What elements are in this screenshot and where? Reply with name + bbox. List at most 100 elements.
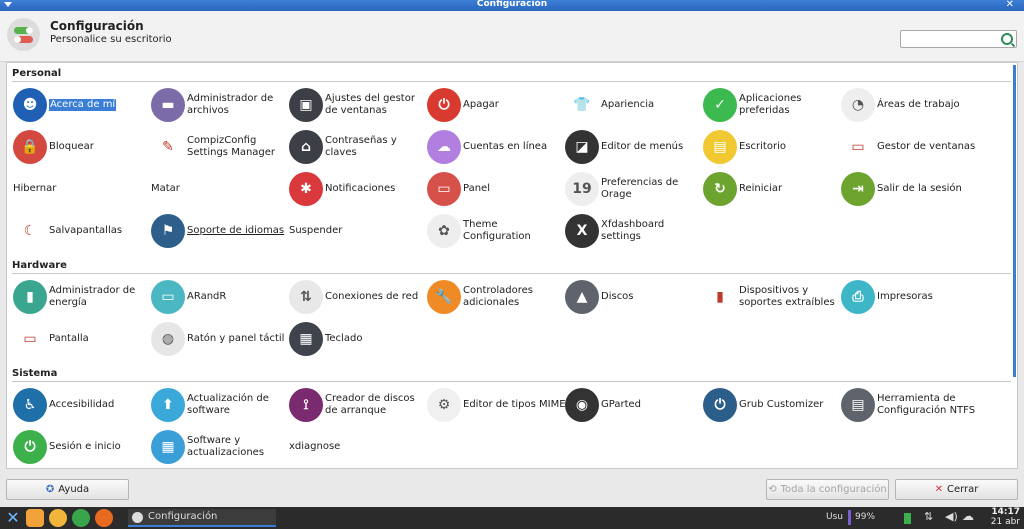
settings-item[interactable]: 🔒 Bloquear [13,127,151,167]
accessibility-icon: ♿ [13,388,47,422]
settings-item[interactable]: ◔ Áreas de trabajo [841,85,979,125]
settings-item[interactable]: 👕 Apariencia [565,85,703,125]
screensaver-icon: ☾ [13,214,47,248]
settings-item[interactable]: ✿ Theme Configuration [427,211,565,251]
settings-item-text: Theme Configuration [463,219,531,242]
logout-icon: ⇥ [841,172,875,206]
settings-item-text: Editor de tipos MIME [463,399,566,410]
divider [12,273,1011,274]
settings-item[interactable]: ▤ Herramienta de Configuración NTFS [841,385,979,425]
settings-item-text: Editor de menús [601,141,684,152]
settings-item-label: Impresoras [877,277,981,317]
settings-item[interactable]: ⚙ Editor de tipos MIME [427,385,567,425]
network-icon[interactable]: ⇅ [924,510,933,523]
printer-icon: ⎙ [841,280,875,314]
section-hardware: Hardware [12,260,67,271]
settings-item[interactable]: ▭ ARandR [151,277,289,317]
settings-item-label: Aplicaciones preferidas [739,85,843,125]
settings-item[interactable]: xdiagnose [289,427,427,467]
settings-item-text: Apagar [463,99,499,110]
clock-date: 21 abr [990,517,1020,527]
search-input[interactable] [904,32,1003,48]
settings-item[interactable]: ☻ Acerca de mí [13,85,151,125]
settings-item[interactable]: ⇅ Conexiones de red [289,277,427,317]
settings-item[interactable]: ◉ GParted [565,385,703,425]
settings-item-text: Dispositivos y soportes extraíbles [739,285,835,308]
whisker-menu-icon[interactable]: ✕ [4,509,22,527]
settings-item[interactable]: ✓ Aplicaciones preferidas [703,85,841,125]
settings-item-label: Reiniciar [739,169,843,209]
settings-item[interactable]: ✱ Notificaciones [289,169,427,209]
page-subtitle: Personalice su escritorio [50,34,172,45]
settings-item-label: xdiagnose [289,427,393,467]
settings-item[interactable]: ◪ Editor de menús [565,127,703,167]
calendar-icon: 19 [565,172,599,206]
search-box[interactable] [900,30,1017,48]
settings-item[interactable]: ⎙ Impresoras [841,277,979,317]
folder-icon: ▬ [151,88,185,122]
settings-item-label: Software y actualizaciones [187,427,291,467]
help-icon: ✪ [45,484,55,495]
settings-item-label: Discos [601,277,705,317]
weather-icon[interactable]: ☁ [962,509,974,523]
settings-item[interactable]: ◍ Ratón y panel táctil [151,319,289,359]
settings-item[interactable]: ▦ Teclado [289,319,427,359]
settings-item-label: GParted [601,385,705,425]
clock[interactable]: 14:17 21 abr [991,507,1020,527]
close-button[interactable]: ✕ Cerrar [895,479,1018,500]
battery-percent[interactable]: 99% [855,512,875,522]
settings-item[interactable]: ⚑ Soporte de idiomas [151,211,289,251]
settings-item-label: Editor de tipos MIME [463,385,567,425]
settings-item[interactable]: 19 Preferencias de Orage [565,169,703,209]
settings-item-label: CompizConfig Settings Manager [187,127,291,167]
settings-item[interactable]: ▦ Software y actualizaciones [151,427,289,467]
firefox-icon[interactable] [95,509,113,527]
settings-item[interactable]: ▣ Ajustes del gestor de ventanas [289,85,427,125]
settings-item[interactable]: Matar [151,169,289,209]
settings-item[interactable]: ⏻ Apagar [427,85,565,125]
settings-item[interactable]: ⏻ Grub Customizer [703,385,841,425]
help-button-label: Ayuda [58,484,90,495]
settings-item[interactable]: ▭ Pantalla [13,319,151,359]
search-icon[interactable] [1001,33,1013,45]
taskbar-window-button[interactable]: Configuración [128,509,276,527]
help-button[interactable]: ✪ Ayuda [6,479,129,500]
settings-item[interactable]: ☾ Salvapantallas [13,211,151,251]
settings-item[interactable]: ♿ Accesibilidad [13,385,151,425]
keyboard-layout[interactable]: Usu [826,512,843,522]
file-manager-icon[interactable] [26,509,44,527]
settings-item[interactable]: ⟟ Creador de discos de arranque [289,385,427,425]
settings-item-label: ARandR [187,277,291,317]
settings-item[interactable]: ✎ CompizConfig Settings Manager [151,127,289,167]
settings-item[interactable]: Suspender [289,211,427,251]
settings-item[interactable]: ▮ Dispositivos y soportes extraíbles [703,277,841,317]
settings-item[interactable]: ⏻ Sesión e inicio [13,427,151,467]
settings-item[interactable]: X Xfdashboard settings [565,211,703,251]
settings-item[interactable]: ☁ Cuentas en línea [427,127,565,167]
settings-item[interactable]: ⬆ Actualización de software [151,385,289,425]
settings-item[interactable]: Hibernar [13,169,151,209]
settings-item[interactable]: ▲ Discos [565,277,703,317]
settings-item[interactable]: ⇥ Salir de la sesión [841,169,979,209]
settings-item[interactable]: ⌂ Contraseñas y claves [289,127,427,167]
mail-icon[interactable] [49,509,67,527]
settings-item[interactable]: 🔧 Controladores adicionales [427,277,565,317]
scrollbar[interactable] [1013,65,1016,377]
settings-item-text: Salir de la sesión [877,183,962,194]
software-center-icon[interactable] [72,509,90,527]
all-settings-button[interactable]: ⟲ Toda la configuración [766,479,889,500]
clock-time: 14:17 [991,507,1020,517]
settings-item-text: Áreas de trabajo [877,99,960,110]
settings-item-label: Gestor de ventanas [877,127,981,167]
settings-item[interactable]: ▬ Administrador de archivos [151,85,289,125]
settings-item[interactable]: ▮ Administrador de energía [13,277,151,317]
settings-item[interactable]: ▭ Gestor de ventanas [841,127,979,167]
settings-item[interactable]: ▭ Panel [427,169,565,209]
settings-item[interactable]: ▤ Escritorio [703,127,841,167]
battery-icon[interactable] [904,513,911,524]
close-icon[interactable]: ✕ [1006,0,1014,10]
settings-item-label: Pantalla [49,319,153,359]
volume-icon[interactable]: ◀) [945,510,958,523]
settings-toggle-icon [7,18,40,51]
settings-item[interactable]: ↻ Reiniciar [703,169,841,209]
